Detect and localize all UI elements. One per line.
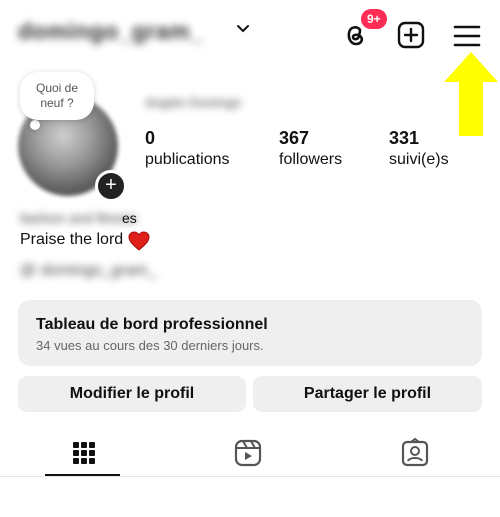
menu-icon[interactable] <box>451 22 483 50</box>
annotation-arrow <box>444 52 498 136</box>
create-post-icon[interactable] <box>396 20 426 50</box>
add-story-icon[interactable]: + <box>95 170 127 202</box>
profile-username[interactable]: domingo_gram_ <box>18 18 203 45</box>
followers-label[interactable]: followers <box>279 151 342 169</box>
share-profile-button[interactable]: Partager le profil <box>253 376 482 412</box>
note-text: Quoi de neuf ? <box>35 81 79 110</box>
professional-dashboard[interactable]: Tableau de bord professionnel 34 vues au… <box>18 300 482 366</box>
heart-icon <box>128 231 150 251</box>
bio-text: Praise the lord <box>20 231 124 248</box>
reels-icon[interactable] <box>232 437 264 469</box>
chevron-down-icon[interactable] <box>236 24 250 34</box>
grid-icon[interactable] <box>68 437 100 469</box>
following-count[interactable]: 331 <box>389 128 419 149</box>
threads-handle-link[interactable]: @ domingo_gram_ <box>20 262 156 280</box>
display-name: Angelo Domingo <box>145 95 242 110</box>
dashboard-title: Tableau de bord professionnel <box>36 316 268 333</box>
tab-divider <box>0 476 500 477</box>
note-bubble-tail <box>30 120 40 130</box>
posts-count[interactable]: 0 <box>145 128 155 149</box>
note-bubble[interactable]: Quoi de neuf ? <box>20 72 94 120</box>
following-label[interactable]: suivi(e)s <box>389 151 449 169</box>
notification-badge: 9+ <box>361 9 387 29</box>
followers-count[interactable]: 367 <box>279 128 309 149</box>
dashboard-subtitle: 34 vues au cours des 30 derniers jours. <box>36 338 264 353</box>
edit-profile-button[interactable]: Modifier le profil <box>18 376 246 412</box>
bio-category-tail: es <box>122 210 137 226</box>
tagged-icon[interactable] <box>399 437 431 469</box>
bio-category: fashion and fitness <box>20 210 137 226</box>
posts-label[interactable]: publications <box>145 151 230 169</box>
